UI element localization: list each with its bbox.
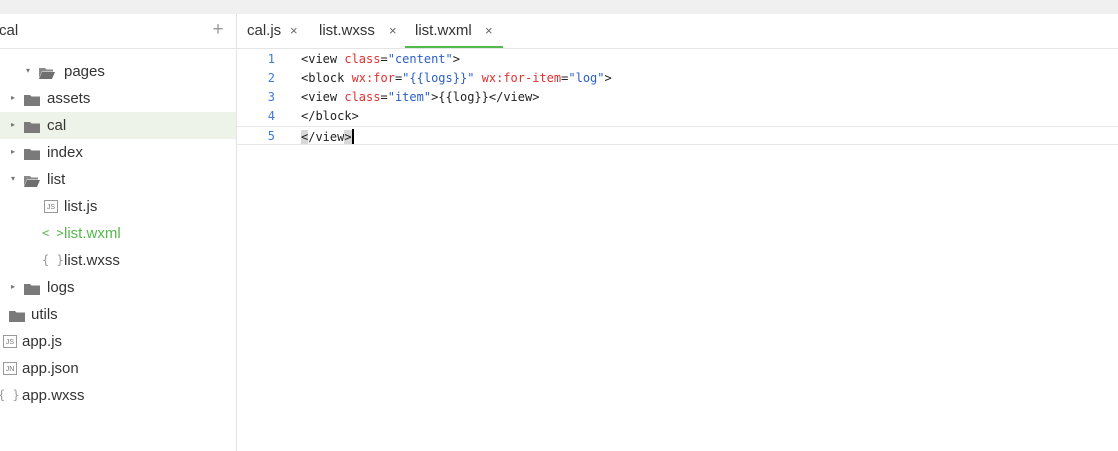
tab-list-wxml[interactable]: list.wxml × bbox=[405, 14, 503, 48]
project-title: cal bbox=[0, 22, 19, 39]
line-number: 1 bbox=[267, 52, 275, 66]
folder-icon bbox=[9, 309, 25, 322]
folder-icon bbox=[24, 93, 40, 106]
close-icon[interactable]: × bbox=[290, 23, 298, 38]
tree-item-index[interactable]: ▸ index bbox=[0, 139, 236, 166]
tab-label: list.wxml bbox=[415, 22, 472, 39]
chevron-right-icon[interactable]: ▸ bbox=[11, 282, 15, 291]
chevron-right-icon[interactable]: ▸ bbox=[11, 93, 15, 102]
style-file-icon: { } bbox=[0, 388, 20, 402]
tab-bar: cal.js × list.wxss × list.wxml × bbox=[237, 14, 1118, 49]
code-text: </block> bbox=[301, 109, 359, 123]
tree-item-label: index bbox=[47, 144, 83, 161]
json-file-icon: JN bbox=[3, 362, 17, 375]
close-icon[interactable]: × bbox=[485, 23, 493, 38]
tree-item-label: app.json bbox=[22, 360, 79, 377]
js-file-icon: JS bbox=[3, 335, 17, 348]
tree-item-label: cal bbox=[47, 117, 67, 134]
tree-item-list-js[interactable]: JS list.js bbox=[0, 193, 236, 220]
markup-file-icon: < > bbox=[42, 226, 64, 240]
line-number: 2 bbox=[267, 71, 275, 85]
text-cursor bbox=[351, 129, 354, 144]
line-number: 5 bbox=[267, 129, 275, 143]
js-file-icon: JS bbox=[44, 200, 58, 213]
tree-item-label: list.wxml bbox=[64, 225, 121, 242]
tree-item-app-json[interactable]: JN app.json bbox=[0, 355, 236, 382]
tree-item-label: logs bbox=[47, 279, 75, 296]
code-line[interactable]: 2 <block wx:for="{{logs}}" wx:for-item="l… bbox=[237, 69, 1118, 88]
folder-icon bbox=[24, 147, 40, 160]
chevron-down-icon[interactable]: ▾ bbox=[26, 66, 30, 75]
tree-item-label: list bbox=[47, 171, 66, 188]
line-number: 4 bbox=[267, 109, 275, 123]
code-line[interactable]: 4 </block> bbox=[237, 107, 1118, 126]
explorer-header: cal + bbox=[0, 14, 236, 49]
code-editor[interactable]: 1 <view class="centent"> 2 <block wx:for="{… bbox=[237, 49, 1118, 451]
tree-item-list[interactable]: ▾ list bbox=[0, 166, 236, 193]
file-explorer: cal + ▾ pages ▸ assets ▸ cal ▸ index ▾ list JS list… bbox=[0, 14, 237, 451]
code-text: <view class="item">{{log}}</view> bbox=[301, 90, 540, 104]
tree-item-label: app.wxss bbox=[22, 387, 85, 404]
tree-item-label: list.wxss bbox=[64, 252, 120, 269]
tree-item-pages[interactable]: ▾ pages bbox=[0, 58, 236, 85]
tab-label: list.wxss bbox=[319, 22, 375, 39]
folder-open-icon bbox=[24, 174, 40, 187]
tree-item-label: list.js bbox=[64, 198, 98, 215]
code-line[interactable]: 3 <view class="item">{{log}}</view> bbox=[237, 88, 1118, 107]
tree-item-label: pages bbox=[64, 63, 105, 80]
tree-item-utils[interactable]: ▸utils bbox=[0, 301, 236, 328]
line-number: 3 bbox=[267, 90, 275, 104]
tree-item-label: assets bbox=[47, 90, 91, 107]
folder-open-icon bbox=[39, 66, 55, 79]
tree-item-list-wxml[interactable]: < > list.wxml bbox=[0, 220, 236, 247]
tab-cal-js[interactable]: cal.js × bbox=[237, 14, 309, 48]
tree-item-app-wxss[interactable]: { } app.wxss bbox=[0, 382, 236, 409]
tree-item-app-js[interactable]: JS app.js bbox=[0, 328, 236, 355]
code-text: </view> bbox=[301, 129, 354, 144]
code-text: <block wx:for="{{logs}}" wx:for-item="lo… bbox=[301, 71, 612, 85]
tree-item-assets[interactable]: ▸ assets bbox=[0, 85, 236, 112]
chevron-right-icon[interactable]: ▸ bbox=[11, 147, 15, 156]
folder-icon bbox=[24, 120, 40, 133]
chevron-down-icon[interactable]: ▾ bbox=[11, 174, 15, 183]
style-file-icon: { } bbox=[42, 253, 64, 267]
close-icon[interactable]: × bbox=[389, 23, 397, 38]
add-file-button[interactable]: + bbox=[210, 20, 226, 40]
code-line[interactable]: 1 <view class="centent"> bbox=[237, 50, 1118, 69]
tree-item-label: app.js bbox=[22, 333, 63, 350]
window-top-bar bbox=[0, 0, 1118, 14]
code-line[interactable]: 5 </view> bbox=[237, 126, 1118, 145]
tab-list-wxss[interactable]: list.wxss × bbox=[309, 14, 405, 48]
code-text: <view class="centent"> bbox=[301, 52, 460, 66]
tab-label: cal.js bbox=[247, 22, 282, 39]
tree-item-logs[interactable]: ▸ logs bbox=[0, 274, 236, 301]
folder-icon bbox=[24, 282, 40, 295]
tree-item-list-wxss[interactable]: { } list.wxss bbox=[0, 247, 236, 274]
tree-item-cal[interactable]: ▸ cal bbox=[0, 112, 236, 139]
tree-item-label: utils bbox=[31, 306, 58, 323]
chevron-right-icon[interactable]: ▸ bbox=[11, 120, 15, 129]
